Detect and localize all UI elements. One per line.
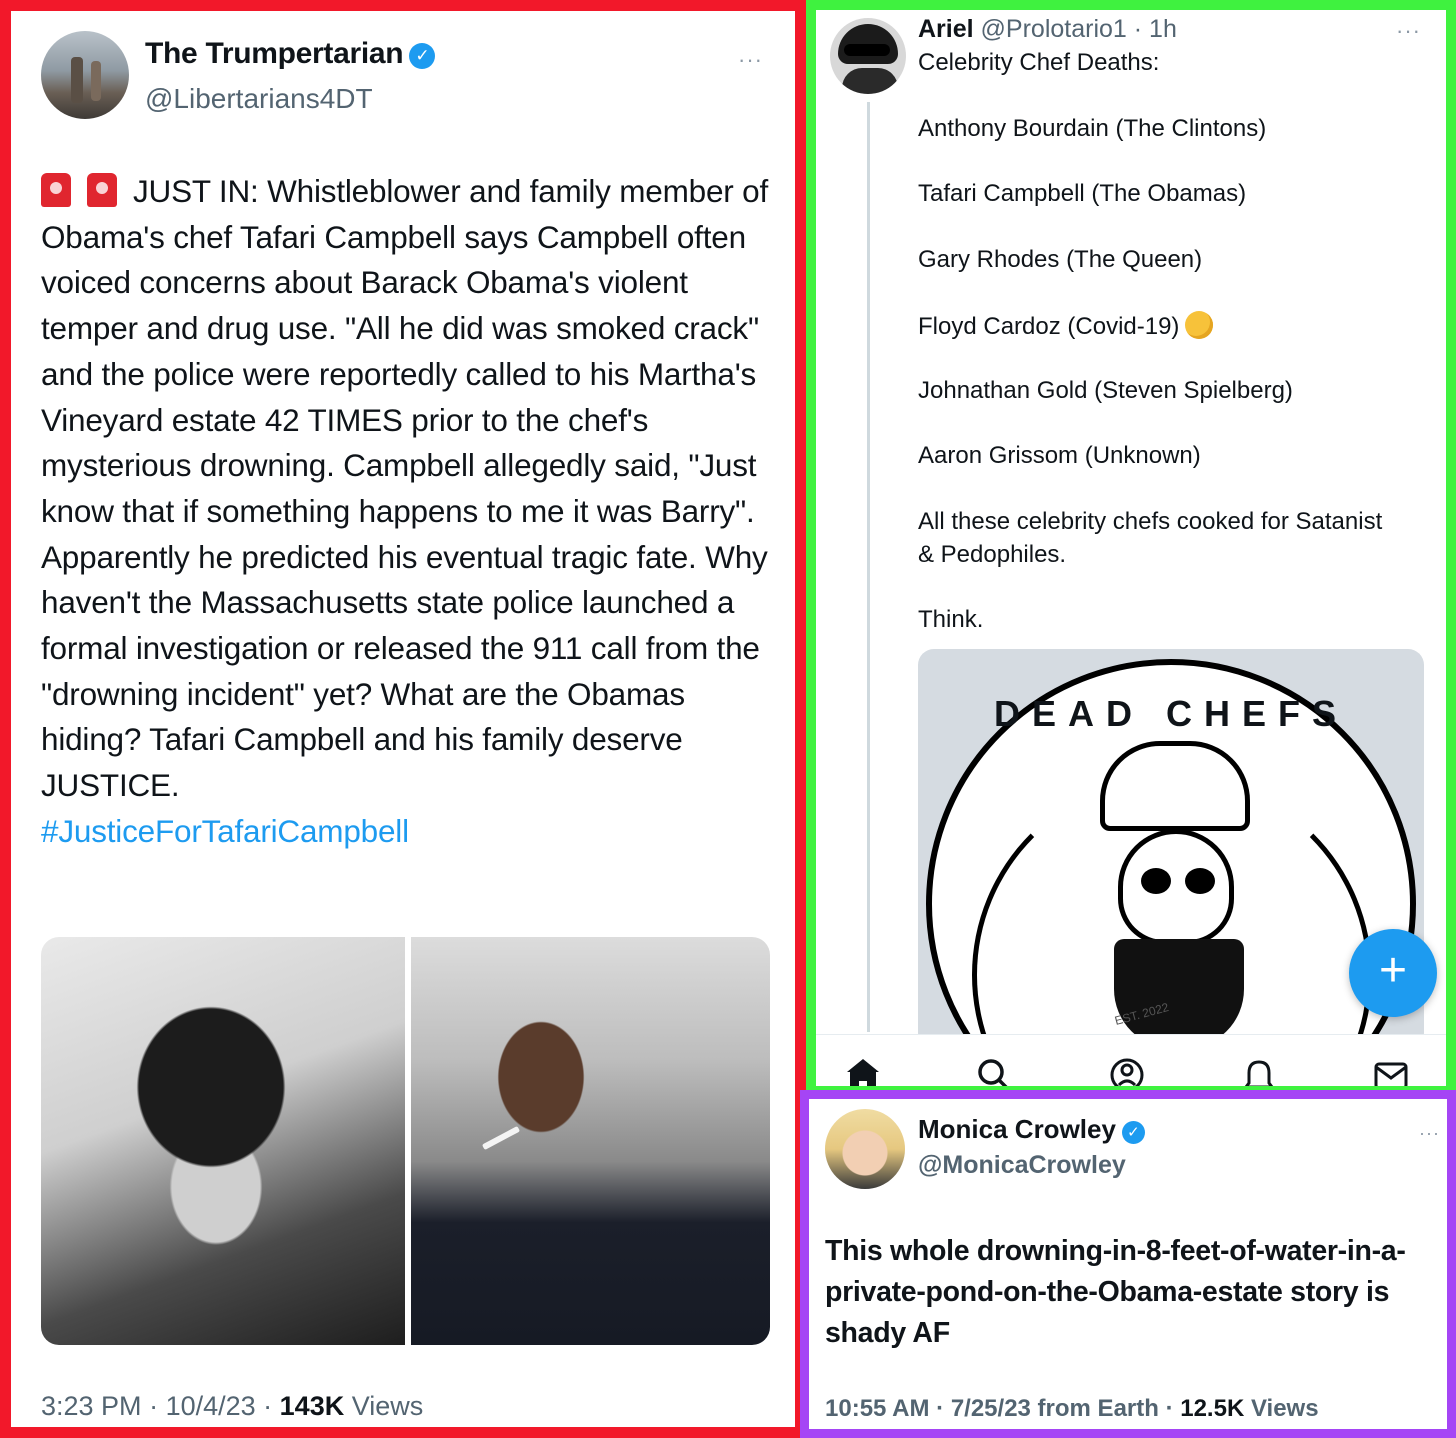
author-handle[interactable]: @Libertarians4DT — [145, 83, 373, 115]
chef-line: Tafari Campbell (The Obamas) — [918, 180, 1247, 207]
tweet-media[interactable] — [41, 937, 770, 1345]
author-name[interactable]: Ariel — [918, 15, 974, 43]
verified-badge-icon: ✓ — [1121, 1121, 1145, 1144]
tweet-text: JUST IN: Whistleblower and family member… — [41, 169, 781, 855]
conclusion-line: & Pedophiles. — [918, 541, 1067, 568]
siren-icon — [87, 173, 117, 207]
media-photo-left[interactable] — [41, 937, 405, 1345]
author-handle[interactable]: @Prolotario1 — [981, 15, 1127, 43]
author-name-text: The Trumpertarian — [145, 37, 404, 70]
home-icon[interactable] — [843, 1055, 883, 1095]
author-avatar[interactable] — [825, 1109, 905, 1189]
bottom-tweet-panel: Monica Crowley ✓ @MonicaCrowley ··· This … — [800, 1090, 1456, 1438]
skull-icon — [1118, 829, 1234, 945]
chef-line: Gary Rhodes (The Queen) — [918, 246, 1203, 273]
media-photo-right[interactable] — [411, 937, 770, 1345]
closing-text: Think. — [918, 606, 984, 633]
author-avatar[interactable] — [41, 31, 129, 119]
chef-line: Johnathan Gold (Steven Spielberg) — [918, 377, 1293, 404]
apron-shape — [1114, 939, 1244, 1049]
conclusion-line: All these celebrity chefs cooked for Sat… — [918, 508, 1383, 535]
logo-text: DEAD CHEFS — [993, 693, 1349, 734]
author-name[interactable]: Monica Crowley ✓ — [918, 1114, 1145, 1145]
intro-text: Celebrity Chef Deaths: — [918, 49, 1160, 76]
tweet-time[interactable]: 10:55 AM — [825, 1395, 929, 1422]
left-tweet-panel: The Trumpertarian ✓ @Libertarians4DT ··· … — [0, 0, 806, 1438]
siren-icon — [41, 173, 71, 207]
more-options-icon[interactable]: ··· — [1419, 1123, 1440, 1144]
tweet-media[interactable]: DEAD CHEFS EST. 2022 — [918, 649, 1424, 1049]
tweet-age[interactable]: 1h — [1149, 15, 1177, 43]
spaces-icon[interactable] — [1107, 1055, 1147, 1095]
tweet-header: Ariel @Prolotario1 · 1h — [918, 15, 1177, 43]
chef-hat-icon — [1100, 741, 1250, 831]
thread-line — [867, 102, 870, 1032]
more-options-icon[interactable]: ··· — [738, 47, 763, 73]
author-name[interactable]: The Trumpertarian ✓ — [145, 37, 436, 71]
bottom-nav-bar — [816, 1034, 1446, 1095]
views-count: 143K — [279, 1391, 345, 1421]
right-tweet-panel: Ariel @Prolotario1 · 1h ··· Celebrity Ch… — [806, 0, 1456, 1096]
messages-icon[interactable] — [1371, 1055, 1411, 1095]
views-count: 12.5K — [1180, 1395, 1245, 1422]
tweet-date-source[interactable]: 7/25/23 from Earth — [951, 1395, 1159, 1422]
chef-line-text: Floyd Cardoz (Covid-19) — [918, 313, 1180, 340]
author-avatar[interactable] — [830, 18, 906, 94]
tweet-meta: 3:23 PM · 10/4/23 · 143K Views — [41, 1391, 424, 1421]
compose-plus-icon[interactable]: + — [1349, 929, 1437, 1017]
tweet-date[interactable]: 10/4/23 — [166, 1391, 256, 1421]
more-options-icon[interactable]: ··· — [1396, 18, 1421, 44]
tweet-meta: 10:55 AM · 7/25/23 from Earth · 12.5K Vi… — [825, 1395, 1319, 1422]
tweet-time[interactable]: 3:23 PM — [41, 1391, 142, 1421]
views-label: Views — [351, 1391, 424, 1421]
chef-line-with-emoji: Floyd Cardoz (Covid-19) — [918, 311, 1214, 341]
author-name-text: Monica Crowley — [918, 1114, 1116, 1144]
verified-badge-icon: ✓ — [409, 43, 436, 69]
tweet-text: This whole drowning-in-8-feet-of-water-i… — [825, 1235, 1406, 1349]
wink-emoji-icon — [1185, 311, 1214, 339]
search-icon[interactable] — [974, 1055, 1014, 1095]
chef-line: Anthony Bourdain (The Clintons) — [918, 115, 1267, 142]
tweet-body-text: JUST IN: Whistleblower and family member… — [41, 173, 769, 804]
views-label: Views — [1250, 1395, 1319, 1422]
author-handle[interactable]: @MonicaCrowley — [918, 1151, 1126, 1180]
hashtag-link[interactable]: #JusticeForTafariCampbell — [41, 813, 409, 849]
chef-line: Aaron Grissom (Unknown) — [918, 442, 1201, 469]
notifications-icon[interactable] — [1239, 1055, 1279, 1095]
